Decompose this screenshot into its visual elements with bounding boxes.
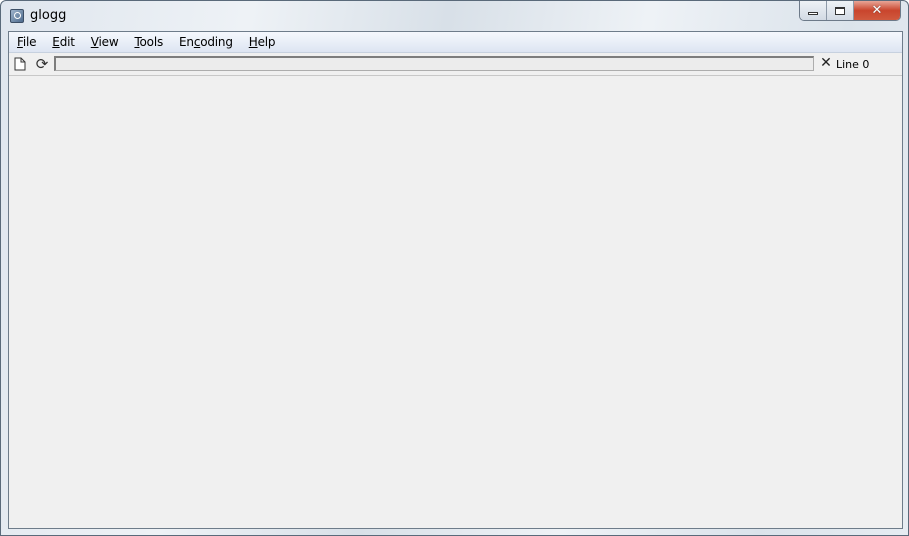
close-icon: ✕ [871, 3, 883, 18]
menu-label-prefix: En [179, 35, 194, 49]
client-area: File Edit View Tools Encoding Help ⟳ ✕ L… [8, 31, 903, 529]
caption-buttons: ✕ [799, 1, 901, 21]
toolbar: ⟳ ✕ Line 0 [9, 53, 902, 76]
menu-help[interactable]: Help [241, 32, 284, 52]
menu-mnemonic: V [90, 35, 99, 49]
maximize-button[interactable] [827, 1, 854, 20]
clear-search-icon[interactable]: ✕ [819, 56, 833, 70]
menu-mnemonic: H [248, 35, 258, 49]
menu-bar: File Edit View Tools Encoding Help [9, 32, 902, 53]
window-title: glogg [30, 8, 67, 23]
minimize-icon [808, 11, 818, 15]
menu-label-rest: ools [139, 35, 164, 49]
app-icon[interactable] [10, 9, 24, 23]
menu-edit[interactable]: Edit [44, 32, 82, 52]
app-window: glogg ✕ File Edit View Tools Encoding He… [0, 0, 909, 536]
menu-label-rest: elp [257, 35, 276, 49]
open-file-icon[interactable] [12, 56, 28, 72]
reload-icon[interactable]: ⟳ [34, 55, 50, 73]
menu-encoding[interactable]: Encoding [171, 32, 241, 52]
maximize-icon [835, 6, 845, 15]
menu-label-rest: dit [59, 35, 75, 49]
search-input[interactable] [54, 56, 814, 71]
log-view-area[interactable] [9, 76, 902, 528]
menu-view[interactable]: View [83, 32, 127, 52]
menu-mnemonic: E [52, 35, 60, 49]
minimize-button[interactable] [800, 1, 827, 20]
title-bar[interactable]: glogg ✕ [1, 1, 908, 31]
line-number-label: Line 0 [836, 58, 870, 71]
menu-label-rest: oding [200, 35, 233, 49]
menu-label-rest: ile [22, 35, 37, 49]
menu-label-rest: iew [98, 35, 119, 49]
menu-tools[interactable]: Tools [126, 32, 171, 52]
menu-file[interactable]: File [9, 32, 44, 52]
close-button[interactable]: ✕ [854, 1, 900, 20]
